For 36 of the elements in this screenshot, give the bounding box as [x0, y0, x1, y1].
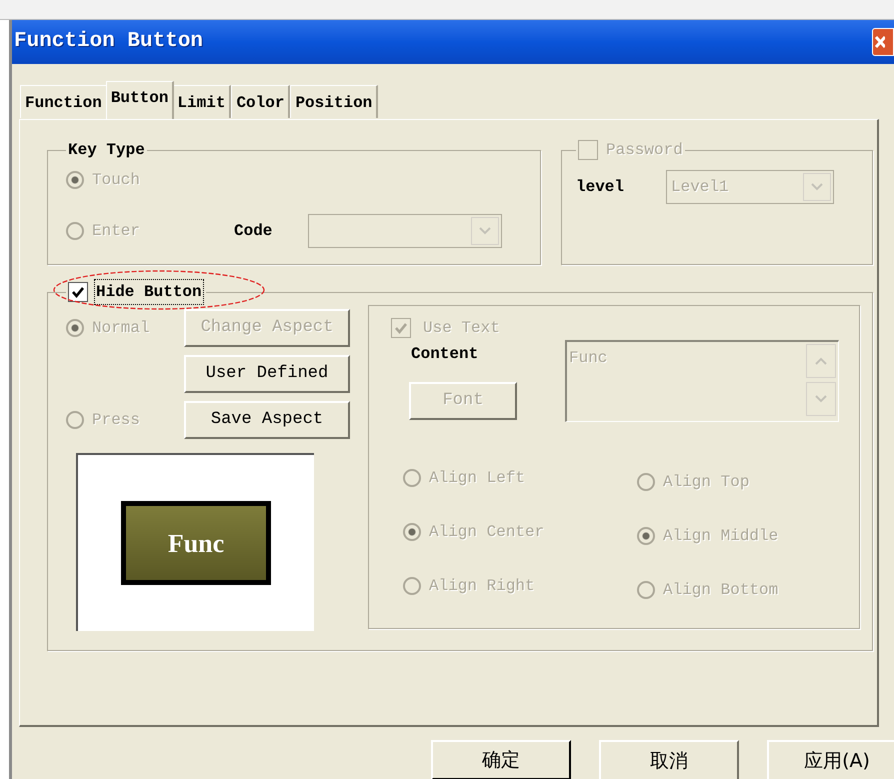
radio-label: Touch — [92, 170, 140, 191]
tab[interactable]: Button — [106, 81, 174, 119]
window-title: Function Button — [14, 29, 204, 56]
tab[interactable]: Limit — [172, 85, 232, 118]
textarea-text: Func — [568, 348, 608, 369]
dialog-button[interactable]: 应用(A) — [767, 740, 894, 779]
checkbox-label: Password — [606, 140, 683, 161]
field-label: Content — [410, 344, 480, 365]
radio-label: Align Middle — [663, 526, 778, 547]
code-dropdown[interactable] — [308, 214, 502, 248]
checkbox[interactable] — [68, 282, 88, 302]
radio-label: Align Right — [429, 576, 535, 597]
tab[interactable]: Function — [20, 85, 108, 118]
close-icon[interactable] — [872, 28, 894, 56]
radio-label: Align Bottom — [663, 580, 778, 601]
scroll-down-icon[interactable] — [806, 382, 836, 416]
checkmark-icon — [71, 285, 85, 299]
radio-label: Normal — [92, 318, 150, 339]
checkbox-label: Hide Button — [94, 279, 204, 305]
radio-label: Align Left — [429, 468, 526, 489]
preview-text: Func — [168, 528, 224, 560]
dialog-button[interactable]: 取消 — [599, 740, 739, 779]
radio-label: Enter — [92, 221, 140, 242]
radio-label: Align Top — [663, 472, 750, 493]
tab[interactable]: Color — [231, 85, 290, 118]
dialog-button[interactable]: 确定 — [431, 740, 571, 779]
scroll-up-icon[interactable] — [806, 344, 836, 378]
field-label: level — [576, 177, 626, 198]
field-label: Code — [234, 221, 274, 242]
checkmark-icon — [394, 321, 408, 335]
checkbox-label: Use Text — [423, 318, 500, 339]
group-title: Key Type — [67, 140, 146, 161]
radio-label: Align Center — [429, 522, 544, 543]
dropdown-value: Level1 — [671, 177, 729, 198]
tab[interactable]: Position — [290, 85, 378, 118]
radio-label: Press — [92, 410, 140, 431]
